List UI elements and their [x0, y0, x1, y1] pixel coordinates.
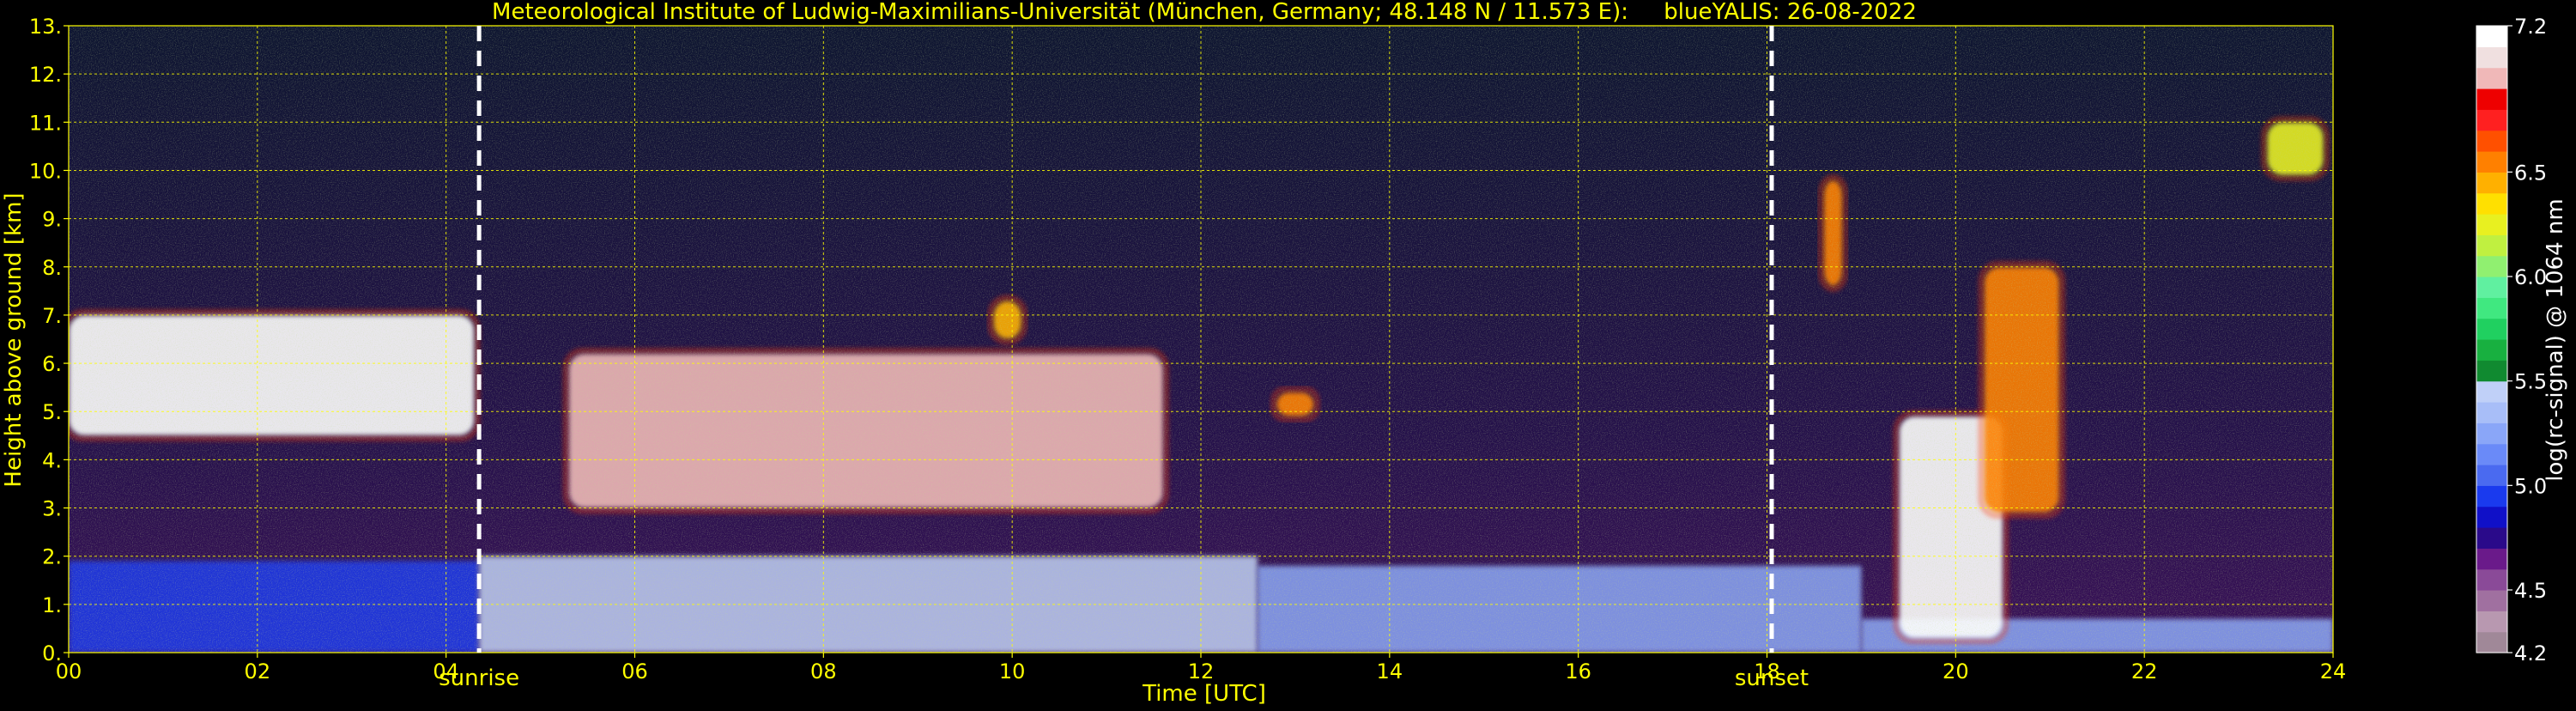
- x-tick-label: 12: [1188, 659, 1215, 684]
- colorbar-segment: [2476, 611, 2507, 633]
- chart-figure: sunrise sunset 00 02 04 06 08 10 12 14 16 18 20 22 24…: [0, 0, 2576, 708]
- y-tick-label: 9.: [42, 208, 62, 232]
- colorbar-segment: [2476, 465, 2507, 486]
- y-axis-label: Height above ground [km]: [1, 192, 27, 487]
- x-axis-label: Time [UTC]: [1142, 681, 1266, 707]
- colorbar-segment: [2476, 297, 2507, 319]
- y-tick-label: 6.: [42, 352, 62, 376]
- x-tick-label: 16: [1565, 659, 1591, 684]
- y-tick-label: 7.: [42, 304, 62, 328]
- y-tick-label: 8.: [42, 256, 62, 280]
- y-tick-label: 12.: [29, 63, 62, 87]
- colorbar-segment: [2476, 631, 2507, 653]
- colorbar-segment: [2476, 380, 2507, 403]
- colorbar-tick-label: 4.5: [2514, 579, 2547, 603]
- y-tick-label: 2.: [42, 545, 62, 569]
- x-tick-label: 24: [2320, 659, 2347, 684]
- x-tick-label: 14: [1377, 659, 1403, 684]
- colorbar-segment: [2476, 402, 2507, 423]
- colorbar-segment: [2476, 88, 2507, 110]
- y-tick-label: 4.: [42, 448, 62, 472]
- colorbar-segment: [2476, 26, 2507, 47]
- x-tick-label: 22: [2131, 659, 2158, 684]
- colorbar-segment: [2476, 234, 2507, 257]
- plot-area: [69, 26, 2333, 653]
- colorbar-segment: [2476, 151, 2507, 173]
- y-tick-label: 5.: [42, 400, 62, 424]
- y-tick-label: 13.: [29, 15, 62, 39]
- colorbar-tick-label: 4.2: [2514, 641, 2547, 665]
- x-tick-label: 08: [810, 659, 837, 684]
- x-tick-label: 04: [433, 659, 459, 684]
- colorbar-segment: [2476, 422, 2507, 445]
- y-tick-label: 11.: [29, 111, 62, 135]
- colorbar-segment: [2476, 360, 2507, 382]
- colorbar-segment: [2476, 214, 2507, 235]
- colorbar-segment: [2476, 485, 2507, 507]
- y-tick-label: 1.: [42, 593, 62, 617]
- colorbar-segment: [2476, 568, 2507, 591]
- chart-title: Meteorological Institute of Ludwig-Maxim…: [492, 0, 1917, 25]
- colorbar-segment: [2476, 67, 2507, 89]
- colorbar-segment: [2476, 192, 2507, 215]
- colorbar-segment: [2476, 590, 2507, 611]
- colorbar-segment: [2476, 109, 2507, 131]
- y-tick-label: 10.: [29, 159, 62, 183]
- x-tick-label: 06: [621, 659, 648, 684]
- x-tick-label: 02: [245, 659, 271, 684]
- colorbar-segment: [2476, 443, 2507, 465]
- colorbar-tick-label: 6.5: [2514, 161, 2547, 185]
- colorbar-segment: [2476, 506, 2507, 528]
- colorbar-segment: [2476, 276, 2507, 298]
- x-tick-label: 20: [1943, 659, 1969, 684]
- lidar-chart: sunrise sunset 00 02 04 06 08 10 12 14 16 18 20 22 24…: [0, 0, 2576, 708]
- colorbar-segment: [2476, 130, 2507, 152]
- x-tick-label: 18: [1754, 659, 1780, 684]
- colorbar-tick-label: 7.2: [2514, 15, 2547, 39]
- colorbar-label: log(rc-signal) @ 1064 nm: [2543, 198, 2568, 481]
- colorbar-segment: [2476, 527, 2507, 549]
- colorbar-segment: [2476, 339, 2507, 361]
- colorbar-segment: [2476, 318, 2507, 340]
- colorbar-segment: [2476, 548, 2507, 570]
- colorbar-segment: [2476, 172, 2507, 194]
- colorbar-segment: [2476, 255, 2507, 277]
- x-tick-label: 10: [999, 659, 1026, 684]
- colorbar-segment: [2476, 46, 2507, 69]
- y-tick-label: 0.: [42, 641, 62, 665]
- y-tick-label: 3.: [42, 497, 62, 521]
